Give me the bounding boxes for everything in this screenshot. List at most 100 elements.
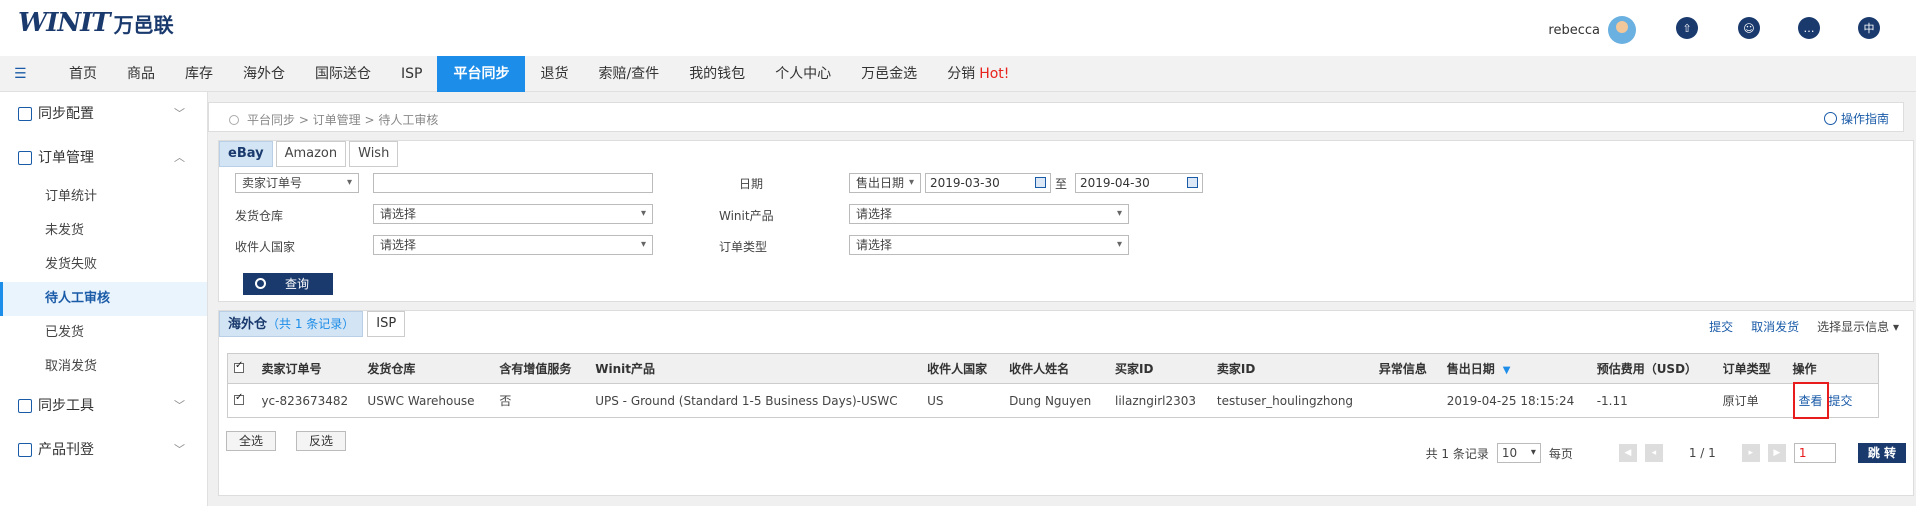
tab-amazon[interactable]: Amazon — [275, 141, 347, 167]
sidebar-group-sync-tools[interactable]: 同步工具 ﹀ — [0, 384, 207, 428]
language-icon[interactable]: 中 — [1858, 17, 1880, 39]
view-link-highlight: 查看 — [1792, 382, 1829, 419]
menu-toggle-icon[interactable]: ☰ — [14, 66, 30, 82]
chevron-down-icon: ﹀ — [174, 107, 185, 120]
choose-columns-dropdown[interactable]: 选择显示信息 ▾ — [1817, 318, 1899, 335]
submit-link[interactable]: 提交 — [1709, 318, 1733, 335]
sidebar-group-label: 同步配置 — [38, 106, 94, 122]
date-type-select[interactable]: 售出日期 — [849, 173, 921, 193]
page-size-select[interactable]: 10 — [1496, 443, 1541, 463]
sidebar-item-manual-review[interactable]: 待人工审核 — [0, 282, 207, 316]
avatar[interactable] — [1608, 16, 1636, 44]
cell-country: US — [927, 393, 944, 408]
nav-home[interactable]: 首页 — [54, 56, 112, 92]
cell-buyer-id: lilazngirl2303 — [1114, 393, 1197, 408]
col-recipient: 收件人姓名 — [1003, 353, 1109, 384]
select-all-checkbox-cell[interactable] — [227, 353, 256, 384]
date-from-input[interactable]: 2019-03-30 — [925, 173, 1051, 193]
nav-platform-sync[interactable]: 平台同步 — [437, 56, 526, 92]
sidebar-group-order-mgmt[interactable]: 订单管理 ︿ — [0, 136, 207, 180]
nav-inventory[interactable]: 库存 — [170, 56, 228, 92]
nav-claims[interactable]: 索赔/查件 — [583, 56, 674, 92]
calendar-icon[interactable] — [1035, 177, 1046, 188]
last-page-icon[interactable]: ▶ — [1767, 444, 1786, 462]
sidebar-group-product-listing[interactable]: 产品刊登 ﹀ — [0, 428, 207, 472]
cell-operation: 查看 提交 — [1787, 382, 1879, 419]
warehouse-select[interactable]: 请选择 — [373, 204, 653, 224]
breadcrumb-bar: 平台同步 > 订单管理 > 待人工审核 操作指南 — [208, 102, 1904, 132]
sidebar: 同步配置 ﹀ 订单管理 ︿ 订单统计 未发货 发货失败 待人工审核 已发货 取消… — [0, 92, 208, 506]
support-icon[interactable]: ☺ — [1738, 17, 1760, 39]
tab-overseas-warehouse[interactable]: 海外仓（共 1 条记录） — [219, 311, 364, 337]
cell-value-added: 否 — [499, 394, 512, 408]
sidebar-item-unshipped[interactable]: 未发货 — [0, 214, 207, 248]
chat-icon[interactable]: … — [1798, 17, 1820, 39]
guide-label: 操作指南 — [1840, 112, 1889, 126]
nav-distribution[interactable]: 分销 Hot! — [932, 56, 1024, 92]
nav-intl-delivery[interactable]: 国际送仓 — [300, 56, 386, 92]
col-sold-date[interactable]: 售出日期 ▼ — [1440, 353, 1591, 384]
row-checkbox[interactable] — [234, 392, 244, 405]
nav-wallet[interactable]: 我的钱包 — [674, 56, 760, 92]
calendar-icon[interactable] — [1187, 177, 1198, 188]
sidebar-item-ship-failed[interactable]: 发货失败 — [0, 248, 207, 282]
nav-winit-select[interactable]: 万邑金选 — [846, 56, 932, 92]
tab-ebay[interactable]: eBay — [219, 141, 273, 167]
date-label: 日期 — [739, 177, 764, 191]
order-type-label: 订单类型 — [719, 240, 768, 254]
operation-guide-link[interactable]: 操作指南 — [1823, 110, 1889, 127]
upload-icon[interactable]: ⇧ — [1676, 17, 1698, 39]
select-all-button[interactable]: 全选 — [226, 431, 277, 451]
submit-row-link[interactable]: 提交 — [1829, 394, 1853, 408]
date-to-input[interactable]: 2019-04-30 — [1075, 173, 1203, 193]
prev-page-icon[interactable]: ◂ — [1644, 444, 1663, 462]
col-buyer-id: 买家ID — [1108, 353, 1211, 384]
cancel-shipping-link[interactable]: 取消发货 — [1751, 318, 1799, 335]
order-no-input[interactable] — [373, 173, 653, 193]
sidebar-item-shipped[interactable]: 已发货 — [0, 316, 207, 350]
filter-panel: eBay Amazon Wish 卖家订单号 日期 售出日期 2019-03-3… — [218, 140, 1914, 302]
nav-personal-center[interactable]: 个人中心 — [760, 56, 846, 92]
first-page-icon[interactable]: ◀ — [1618, 444, 1637, 462]
order-type-select[interactable]: 请选择 — [849, 235, 1129, 255]
user-menu[interactable]: rebecca — [1548, 16, 1636, 44]
page-input[interactable]: 1 — [1793, 443, 1836, 463]
tab-wish[interactable]: Wish — [349, 141, 399, 167]
sidebar-item-order-stats[interactable]: 订单统计 — [0, 180, 207, 214]
col-country: 收件人国家 — [921, 353, 1004, 384]
row-checkbox-cell[interactable] — [228, 384, 256, 418]
nav-overseas-warehouse[interactable]: 海外仓 — [228, 56, 300, 92]
col-exception: 异常信息 — [1372, 353, 1441, 384]
sidebar-group-label: 产品刊登 — [38, 442, 94, 458]
view-link[interactable]: 查看 — [1799, 394, 1823, 408]
sidebar-item-cancel-shipping[interactable]: 取消发货 — [0, 350, 207, 384]
platform-tabs: eBay Amazon Wish — [219, 141, 399, 167]
search-button[interactable]: 查询 — [243, 273, 333, 295]
col-seller-id: 卖家ID — [1210, 353, 1373, 384]
col-sold-date-label: 售出日期 — [1446, 362, 1495, 376]
col-operation: 操作 — [1786, 353, 1879, 384]
sidebar-group-label: 同步工具 — [38, 398, 94, 414]
compass-icon — [1823, 112, 1837, 125]
cell-sold-date: 2019-04-25 18:15:24 — [1446, 393, 1575, 408]
cloud-sync-icon — [18, 107, 32, 121]
sidebar-group-sync-config[interactable]: 同步配置 ﹀ — [0, 92, 207, 136]
bulk-actions: 提交 取消发货 选择显示信息 ▾ — [1709, 318, 1899, 335]
nav-isp[interactable]: ISP — [386, 56, 437, 92]
winit-product-select[interactable]: 请选择 — [849, 204, 1129, 224]
country-select[interactable]: 请选择 — [373, 235, 653, 255]
winit-logo[interactable]: WINIT 万邑联 — [18, 8, 174, 38]
select-all-checkbox[interactable] — [234, 360, 244, 373]
nav-products[interactable]: 商品 — [112, 56, 170, 92]
tab-isp[interactable]: ISP — [367, 311, 406, 337]
jump-button[interactable]: 跳 转 — [1857, 443, 1906, 463]
next-page-icon[interactable]: ▸ — [1741, 444, 1760, 462]
sort-desc-icon[interactable]: ▼ — [1503, 365, 1511, 376]
nav-returns[interactable]: 退货 — [525, 56, 583, 92]
orders-table: 卖家订单号 发货仓库 含有增值服务 Winit产品 收件人国家 收件人姓名 买家… — [227, 353, 1879, 419]
cell-order-type: 原订单 — [1722, 394, 1759, 408]
order-no-type-select[interactable]: 卖家订单号 — [235, 173, 359, 193]
invert-select-button[interactable]: 反选 — [296, 431, 347, 451]
logo-mark: WINIT — [18, 8, 111, 38]
breadcrumb: 平台同步 > 订单管理 > 待人工审核 — [229, 111, 438, 128]
